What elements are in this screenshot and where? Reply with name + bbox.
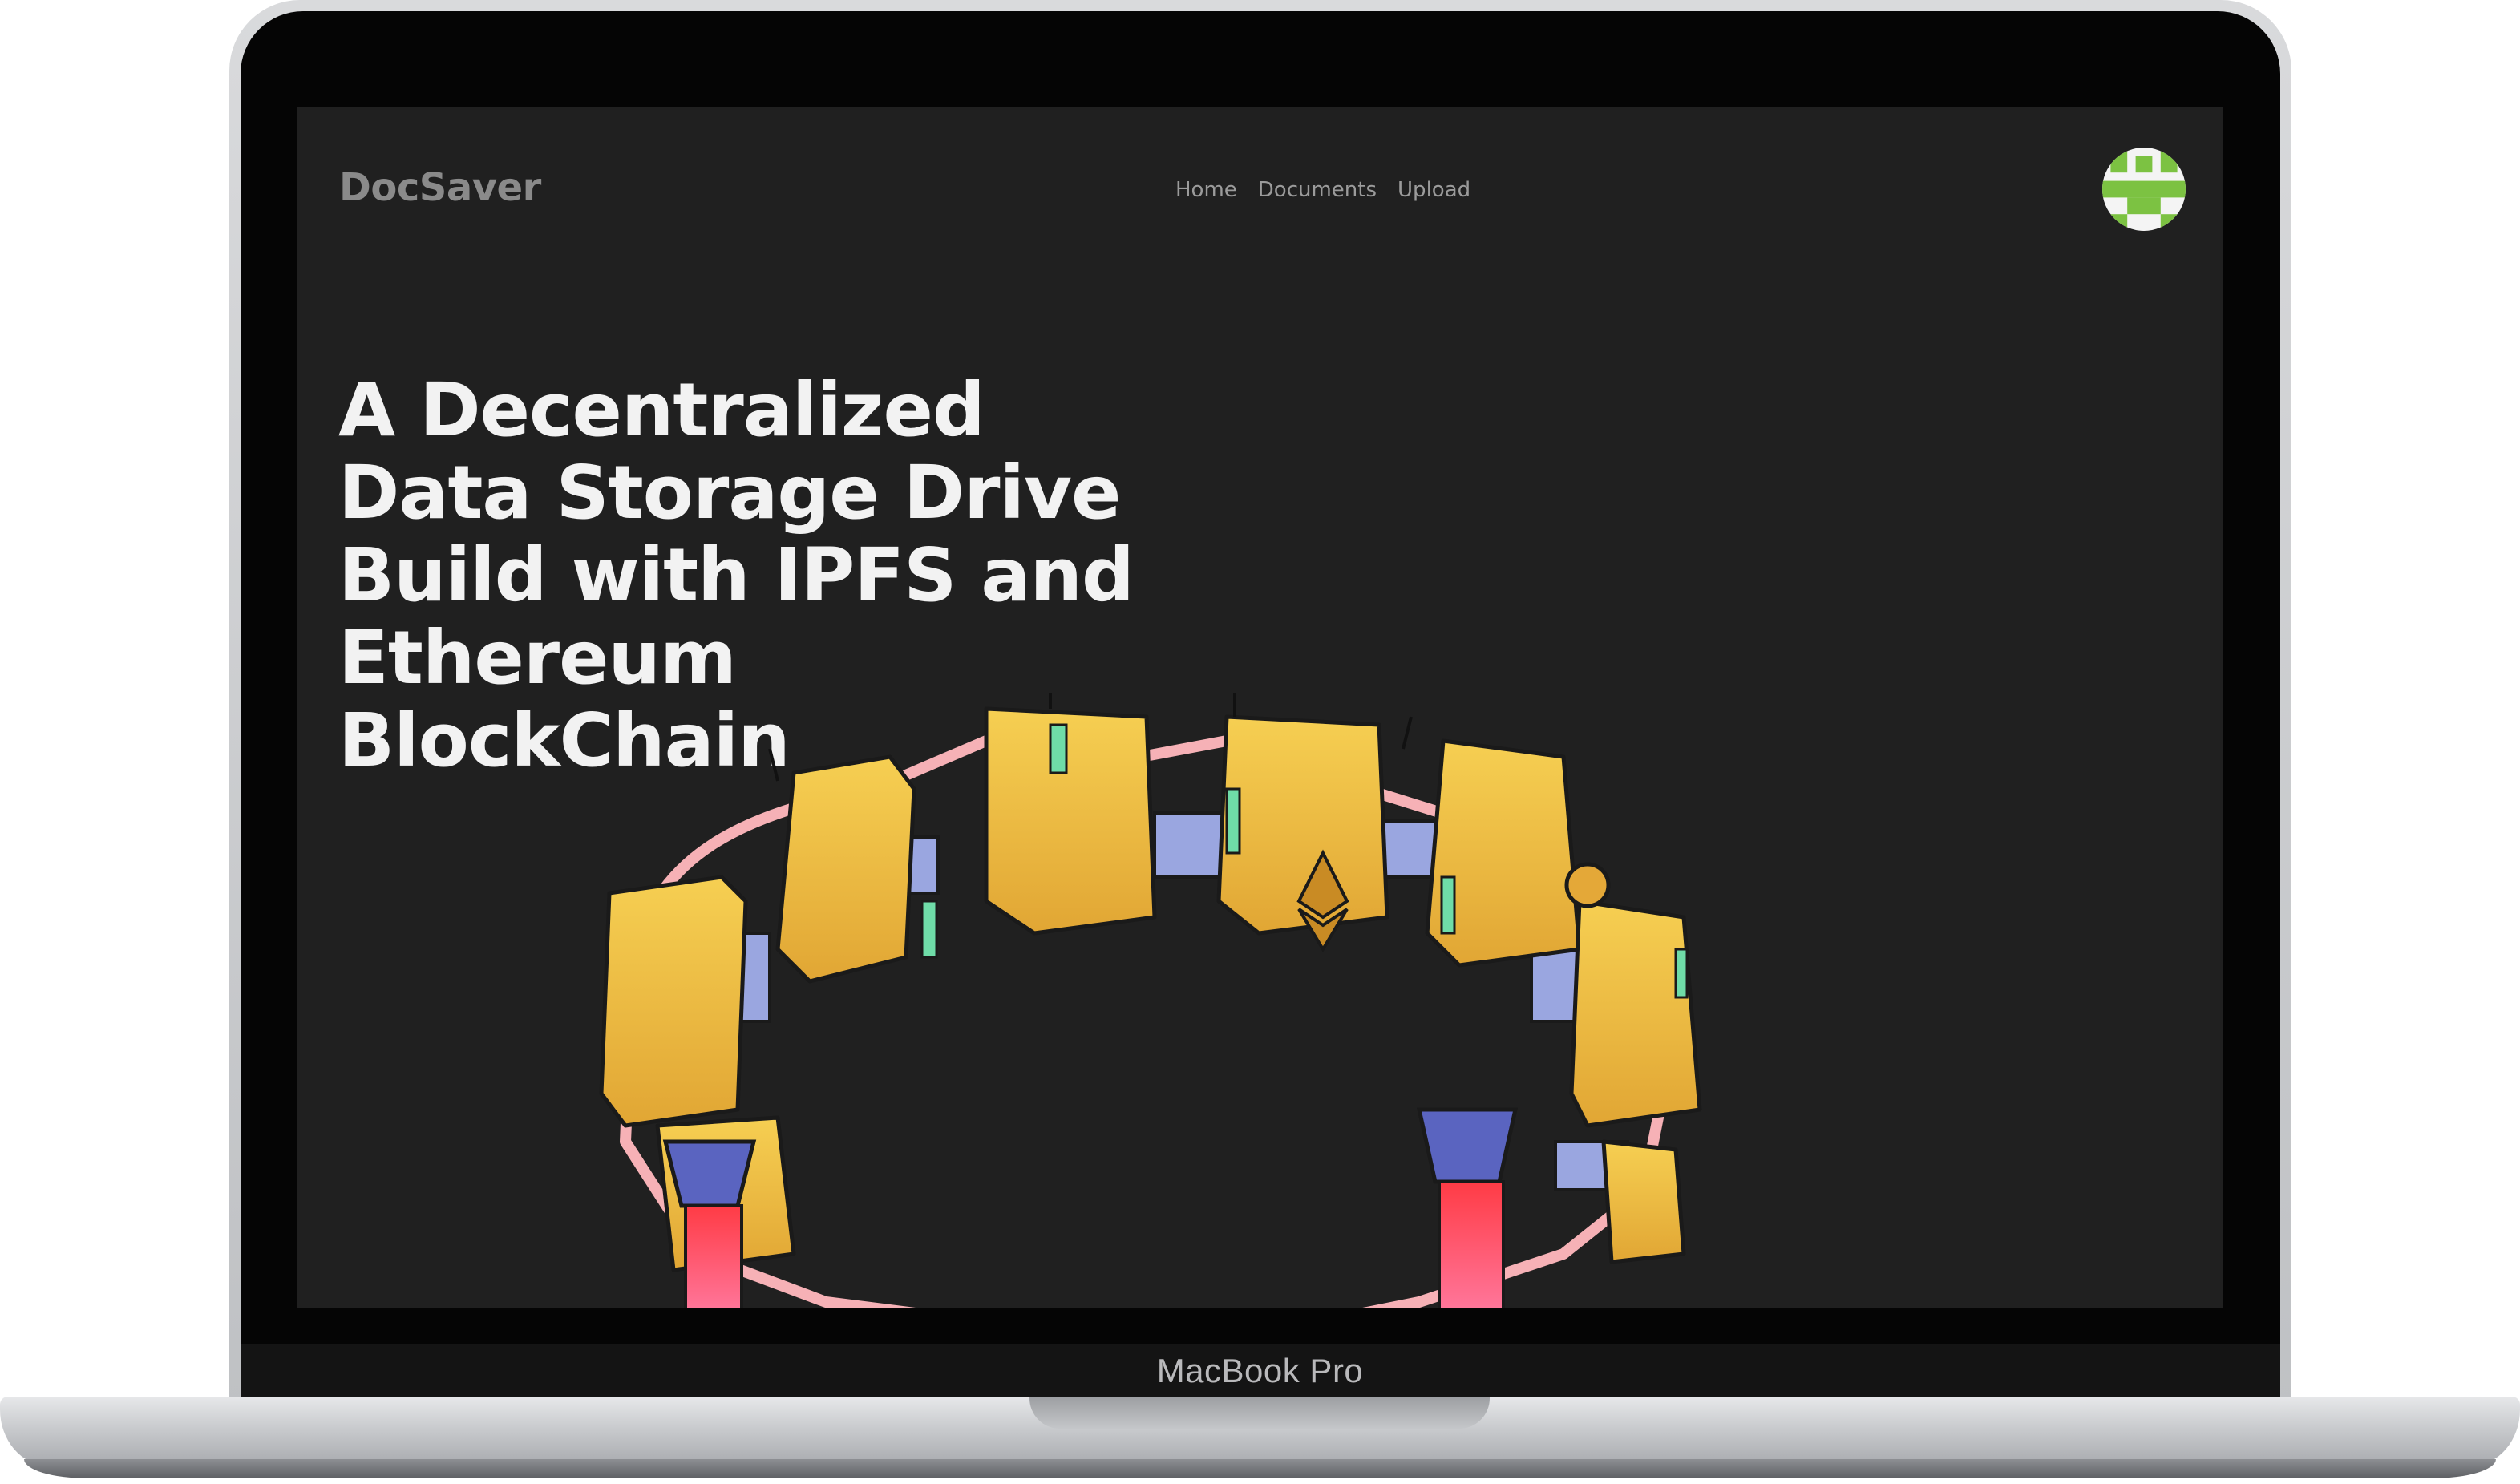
app-screen: DocSaver Home Documents Upload A Decentr… <box>297 107 2223 1308</box>
hero-title-line: A Decentralized <box>338 367 985 453</box>
top-nav: Home Documents Upload <box>1175 178 1470 202</box>
hero-title-line: Build with IPFS and <box>338 532 1135 618</box>
blockchain-ring-illustration <box>599 693 1702 1308</box>
laptop-base-bottom <box>24 1459 2496 1478</box>
user-avatar[interactable] <box>2102 148 2186 231</box>
device-model-label: MacBook Pro <box>1156 1352 1364 1389</box>
laptop-mockup: MacBook Pro DocSaver Home Documents Uplo… <box>0 0 2520 1484</box>
nav-link-home[interactable]: Home <box>1175 178 1237 202</box>
laptop-opening-notch <box>1029 1397 1490 1429</box>
nav-link-upload[interactable]: Upload <box>1398 178 1470 202</box>
hero-title-line: Ethereum <box>338 615 737 701</box>
brand-logo[interactable]: DocSaver <box>339 165 541 210</box>
nav-link-documents[interactable]: Documents <box>1258 178 1377 202</box>
identicon-avatar-icon <box>2102 148 2186 231</box>
hero-title-line: Data Storage Drive <box>338 450 1121 536</box>
